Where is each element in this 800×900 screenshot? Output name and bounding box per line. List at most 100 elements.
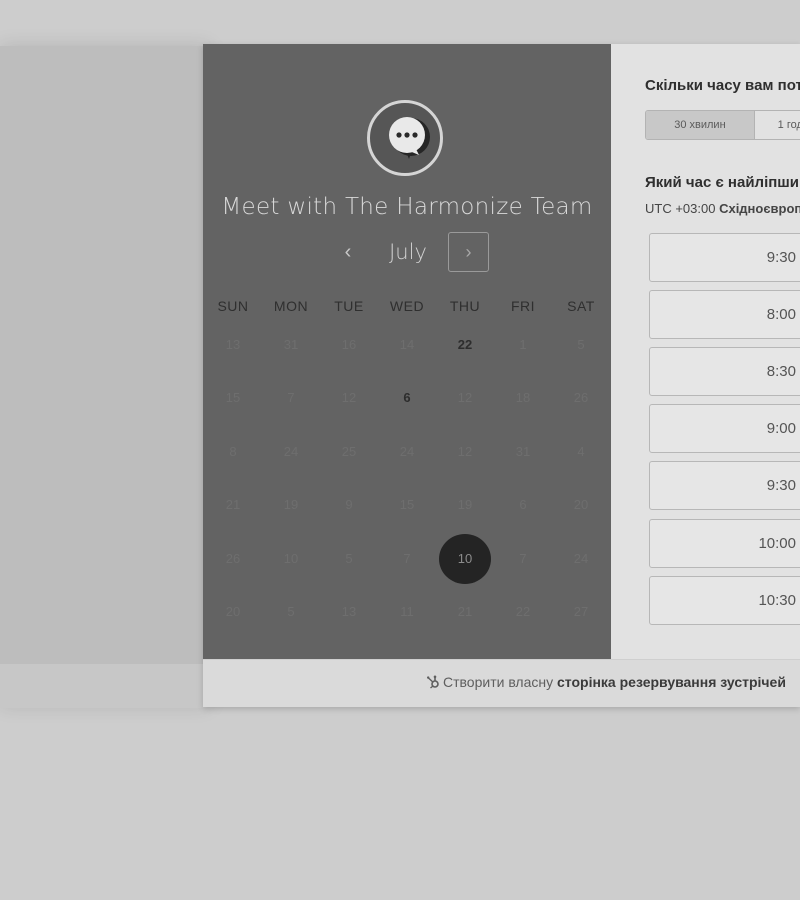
calendar-cell: 6: [378, 372, 436, 426]
time-slot-button[interactable]: 9:30: [649, 461, 800, 510]
calendar-cell: 13: [204, 318, 262, 372]
calendar-cell: 27: [552, 586, 610, 640]
calendar-day: 6: [519, 497, 527, 513]
weekday-label: THU: [449, 298, 481, 314]
weekday-label: WED: [389, 298, 425, 314]
time-slot-button[interactable]: 9:30: [649, 233, 800, 282]
time-slot-button[interactable]: 10:00: [649, 519, 800, 568]
calendar-day: 10: [283, 550, 299, 566]
calendar-cell: 20: [204, 586, 262, 640]
calendar-day: 20: [225, 604, 241, 620]
calendar-week-row: 26 10 5 7 10 7 24: [204, 532, 610, 586]
calendar-week-row: 13 31 16 14 22 1 5: [204, 318, 610, 372]
timezone-name: Східноєвропейський час: [719, 201, 800, 216]
create-booking-page-link[interactable]: Створити власну сторінка резервування зу…: [426, 674, 786, 690]
calendar-cell: 21: [204, 479, 262, 533]
calendar-week-row: 15 7 12 6 12 18 26: [204, 372, 610, 426]
chat-bubble-icon: [389, 117, 430, 159]
calendar-day[interactable]: 6: [381, 373, 433, 423]
calendar-cell: 22: [494, 586, 552, 640]
time-slot-button[interactable]: 9:00: [649, 404, 800, 453]
footer-bar: Створити власну сторінка резервування зу…: [203, 659, 800, 707]
weekday-label: MON: [273, 298, 309, 314]
calendar-cell: 26: [204, 532, 262, 586]
calendar-cell: 24: [262, 425, 320, 479]
calendar-cell: 31: [494, 425, 552, 479]
calendar-day: 12: [341, 390, 357, 406]
weekday-label: SAT: [567, 298, 595, 314]
calendar-day: 24: [399, 443, 415, 459]
meeting-title: Meet with The Harmonize Team: [221, 194, 593, 220]
calendar-day[interactable]: 22: [439, 320, 491, 370]
calendar-day: 21: [457, 604, 473, 620]
background-page-panel: [0, 46, 210, 706]
time-slot-button[interactable]: 8:30: [649, 347, 800, 396]
calendar-day: 20: [573, 497, 589, 513]
prev-month-button[interactable]: ‹: [327, 232, 369, 272]
month-label: July: [389, 240, 427, 264]
calendar-day: 31: [283, 336, 299, 352]
calendar-day: 22: [515, 604, 531, 620]
calendar-day: 15: [399, 497, 415, 513]
calendar-cell: 10: [262, 532, 320, 586]
calendar-cell: 24: [378, 425, 436, 479]
calendar-day: 12: [457, 390, 473, 406]
calendar-day: 5: [287, 604, 295, 620]
calendar-cell: 6: [494, 479, 552, 533]
calendar-cell: 20: [552, 479, 610, 533]
calendar-week-row: 20 5 13 11 21 22 27: [204, 586, 610, 640]
calendar-cell: 13: [320, 586, 378, 640]
booking-panel: Скільки часу вам потрібно? 30 хвилин 1 г…: [611, 44, 800, 659]
calendar-cell: 26: [552, 372, 610, 426]
weekday-label: FRI: [510, 298, 536, 314]
footer-link-strong: сторінка резервування зустрічей: [557, 674, 786, 690]
duration-option-60[interactable]: 1 година: [755, 111, 800, 139]
calendar-cell: 21: [436, 586, 494, 640]
calendar-day: 19: [283, 497, 299, 513]
calendar-cell: 16: [320, 318, 378, 372]
calendar-day: 21: [225, 497, 241, 513]
duration-option-30[interactable]: 30 хвилин: [646, 111, 755, 139]
calendar-day: 31: [515, 443, 531, 459]
calendar-cell: 8: [204, 425, 262, 479]
calendar-week-row: 8 24 25 24 12 31 4: [204, 425, 610, 479]
calendar-cell: 15: [378, 479, 436, 533]
calendar-cell: 25: [320, 425, 378, 479]
calendar-day: 7: [403, 550, 411, 566]
calendar-cell: 12: [436, 425, 494, 479]
next-month-button[interactable]: ›: [448, 232, 489, 272]
calendar-day: 4: [577, 443, 585, 459]
month-navigation: ‹ July ›: [203, 232, 611, 274]
timezone-offset: UTC +03:00: [645, 201, 716, 216]
calendar-body: 13 31 16 14 22 1 5 15 7 12 6 12 18 26 8 24 25 24 12 31 4 21 19…: [204, 318, 610, 639]
calendar-cell: 5: [552, 318, 610, 372]
time-slot-button[interactable]: 10:30: [649, 576, 800, 625]
calendar-cell: 19: [436, 479, 494, 533]
timezone-label: UTC +03:00 Східноєвропейський час: [645, 201, 800, 216]
organizer-avatar: [367, 100, 443, 176]
meetings-widget: Meet with The Harmonize Team ‹ July › SU…: [203, 44, 800, 707]
chevron-right-icon: ›: [465, 241, 472, 262]
calendar-day: 7: [519, 550, 527, 566]
calendar-cell: 1: [494, 318, 552, 372]
calendar-cell: 14: [378, 318, 436, 372]
calendar-day: 25: [341, 443, 357, 459]
chevron-left-icon: ‹: [344, 240, 352, 263]
time-slot-button[interactable]: 8:00: [649, 290, 800, 339]
calendar-cell: 7: [378, 532, 436, 586]
calendar-cell: 12: [320, 372, 378, 426]
calendar-day: 18: [515, 390, 531, 406]
calendar-day: 7: [287, 390, 295, 406]
weekday-label: TUE: [334, 298, 364, 314]
calendar-cell: 31: [262, 318, 320, 372]
calendar-day: 9: [345, 497, 353, 513]
calendar-grid: SUN MON TUE WED THU FRI SAT 13 31 16 14 22 1 5 15 7 12 6…: [204, 294, 610, 639]
calendar-day: 24: [573, 550, 589, 566]
calendar-day: 5: [345, 550, 353, 566]
calendar-day: 11: [400, 604, 414, 620]
calendar-day-selected[interactable]: 10: [439, 533, 491, 584]
weekday-label: SUN: [217, 298, 249, 314]
calendar-cell: 18: [494, 372, 552, 426]
calendar-day: 27: [573, 604, 589, 620]
calendar-cell: 15: [204, 372, 262, 426]
